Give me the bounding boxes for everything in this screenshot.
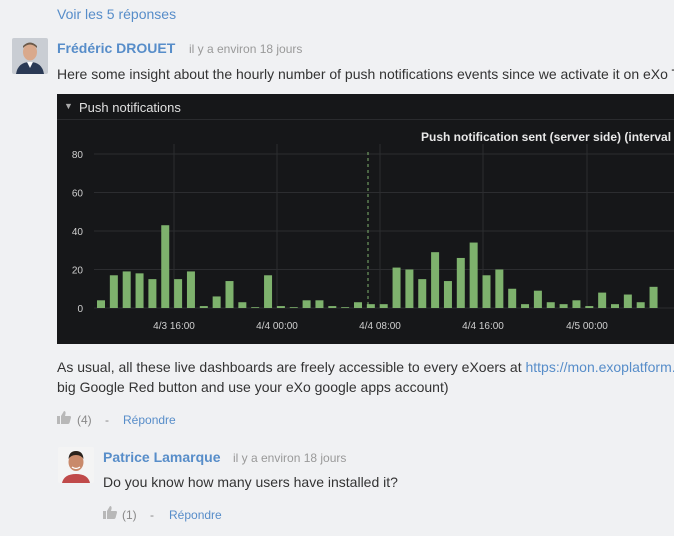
chart-bar [392,267,401,308]
chart-bar [469,242,478,308]
x-tick-label: 4/3 16:00 [153,321,195,332]
y-tick-label: 40 [72,227,84,238]
avatar[interactable] [58,447,94,483]
chart-bar [482,275,491,308]
chart-bar [495,269,504,308]
chart-bar [186,271,195,308]
reply-button[interactable]: Répondre [123,413,176,427]
y-tick-label: 60 [72,189,84,200]
view-replies-link[interactable]: Voir les 5 réponses [57,6,176,22]
chart-bar [559,304,568,308]
y-tick-label: 0 [77,304,83,315]
chart-bar [251,307,260,308]
comment-author[interactable]: Patrice Lamarque [103,449,221,465]
comment-text-continued: As usual, all these live dashboards are … [57,357,674,377]
comment-text-line2: big Google Red button and use your eXo g… [57,379,449,395]
like-count: (1) [122,508,137,522]
chart-bar [585,306,594,308]
bar-chart: 0 20 40 60 80 4/3 16:00 4/4 00:00 4/4 08:00 4/4 … [72,144,674,332]
chart-bar [611,304,619,308]
chart-bar [572,300,581,308]
dashboard-image: ▼ Push notifications Push notification s… [57,94,674,344]
chart-bar [533,290,542,308]
x-tick-label: 4/4 16:00 [462,321,504,332]
chart-bar [161,225,170,308]
comment-text: Here some insight about the hourly numbe… [57,66,674,82]
x-tick-label: 4/4 08:00 [359,321,401,332]
chart-bar [199,306,208,308]
chart-bar [341,307,350,308]
chart-bar [546,302,555,308]
chart-bar [148,279,157,308]
chart-bar [289,307,298,308]
x-tick-label: 4/4 00:00 [256,321,298,332]
chart-bar [212,296,221,308]
chart-bar [521,304,530,308]
dashboard-link[interactable]: https://mon.exoplatform. [525,359,674,375]
chart-bar [379,304,388,308]
y-tick-label: 20 [72,266,84,277]
chart-bar [135,273,144,308]
action-separator: - [150,508,154,522]
chart-bar [122,271,131,308]
y-tick-label: 80 [72,150,84,161]
avatar-image [58,447,94,483]
like-count: (4) [77,413,92,427]
chart-bar [354,302,362,308]
comment-time: il y a environ 18 jours [189,42,303,56]
reply-button[interactable]: Répondre [169,508,222,522]
chart-bar [302,300,311,308]
chart-bar [276,306,285,308]
chart-bar [109,275,118,308]
chart-bar [456,257,465,308]
chart-bar [315,300,324,308]
chart-bar [431,252,440,308]
comment-time: il y a environ 18 jours [233,451,347,465]
comment-text-prefix: As usual, all these live dashboards are … [57,359,526,375]
x-tick-label: 4/5 00:00 [566,321,608,332]
chart-bar [649,286,658,308]
like-icon[interactable] [57,411,71,429]
like-icon[interactable] [103,506,117,524]
avatar-image [12,38,48,74]
chart-bar [636,302,645,308]
chart-bar [623,294,632,308]
chart-bar [405,269,414,308]
chart-bar [418,279,427,308]
avatar[interactable] [12,38,48,74]
chart-bar [225,281,234,308]
comment-author[interactable]: Frédéric DROUET [57,40,175,56]
chart-bar [328,306,337,308]
comment-text: Do you know how many users have installe… [103,474,398,490]
chart-bar [443,281,452,308]
chart-bar [264,275,273,308]
chart-bar [238,302,247,308]
chart-bar [508,288,517,308]
chart-bar [598,292,607,308]
action-separator: - [105,413,109,427]
chart-bar [174,279,183,308]
chart-bar [97,300,105,308]
